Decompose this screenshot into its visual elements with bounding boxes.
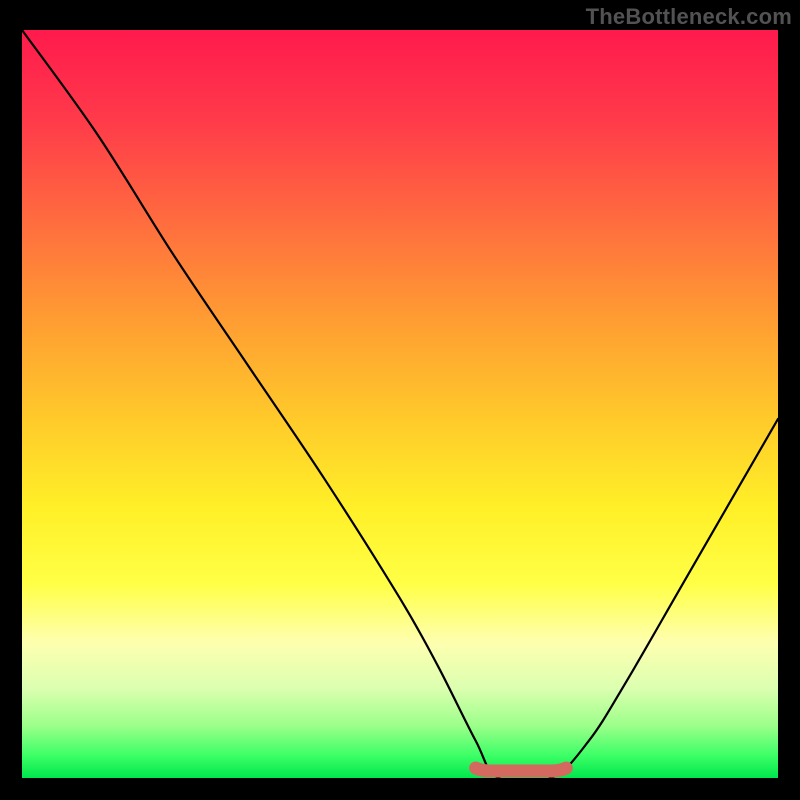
watermark-text: TheBottleneck.com — [586, 4, 792, 30]
optimal-band — [22, 30, 778, 778]
plot-area — [22, 30, 778, 778]
chart-stage: TheBottleneck.com — [0, 0, 800, 800]
